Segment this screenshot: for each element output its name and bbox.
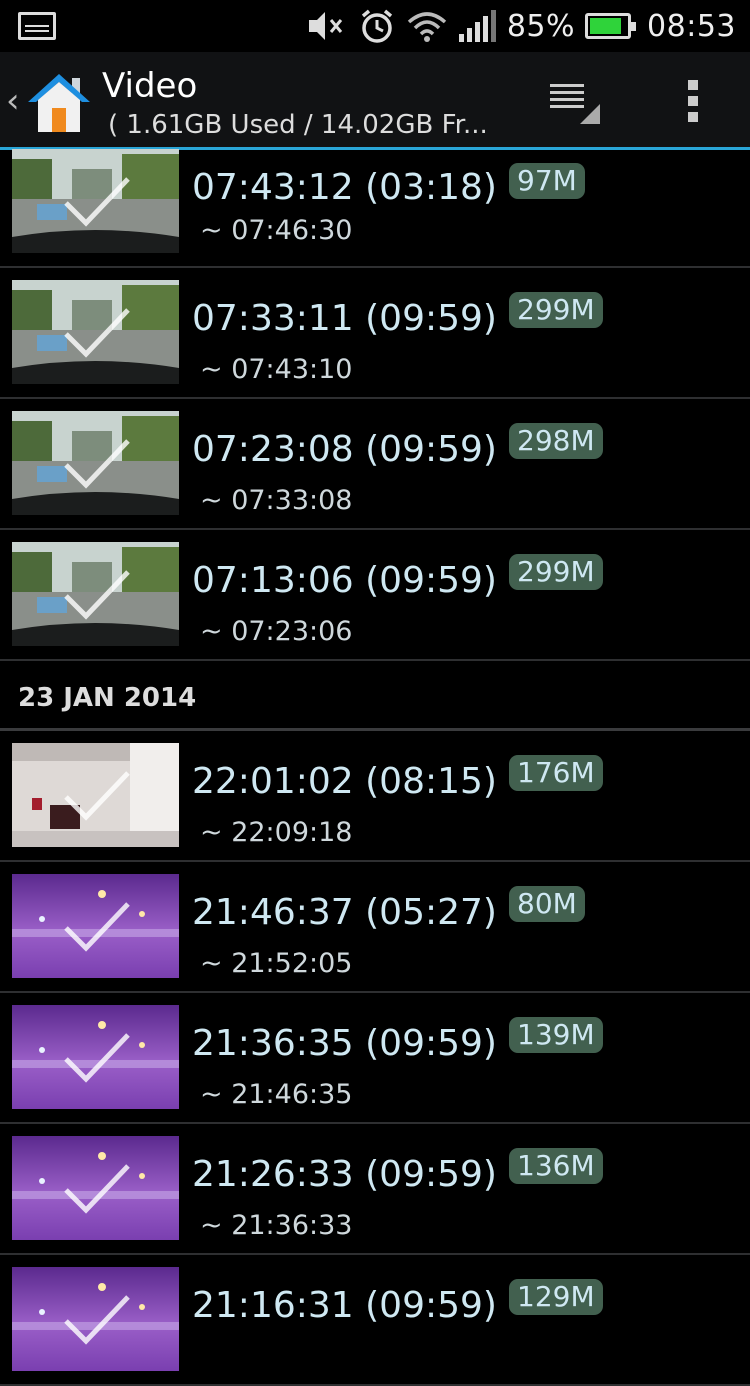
video-end-time: ~ 21:52:05 (200, 948, 353, 979)
video-end-time: ~ 07:46:30 (200, 215, 353, 246)
battery-level (590, 18, 622, 34)
video-end-time: ~ 21:36:33 (200, 1210, 353, 1241)
video-thumbnail[interactable] (12, 1005, 179, 1109)
video-start-time: 07:13:06 (09:59) (192, 560, 497, 601)
back-chevron-icon[interactable]: ‹ (6, 84, 20, 118)
alarm-icon (357, 8, 397, 44)
home-icon[interactable] (26, 72, 92, 134)
signal-icon (457, 8, 497, 44)
video-thumbnail[interactable] (12, 149, 179, 253)
date-section-header: 23 JAN 2014 (0, 661, 750, 731)
video-list-item[interactable]: 21:16:31 (09:59) 129M (0, 1255, 750, 1386)
checkmark-icon[interactable] (62, 767, 132, 823)
video-list-item[interactable]: 21:46:37 (05:27) 80M ~ 21:52:05 (0, 862, 750, 993)
storage-subtitle: ( 1.61GB Used / 14.02GB Fr... (108, 110, 488, 140)
clock: 08:53 (647, 8, 736, 44)
video-list-item[interactable]: 07:43:12 (03:18) 97M ~ 07:46:30 (0, 149, 750, 268)
checkmark-icon[interactable] (62, 898, 132, 954)
file-size-badge: 299M (509, 292, 603, 328)
video-end-time: ~ 22:09:18 (200, 817, 353, 848)
wifi-icon (407, 8, 447, 44)
video-thumbnail[interactable] (12, 1136, 179, 1240)
checkmark-icon[interactable] (62, 1029, 132, 1085)
video-list-item[interactable]: 07:23:08 (09:59) 298M ~ 07:33:08 (0, 399, 750, 530)
video-start-time: 07:33:11 (09:59) (192, 298, 497, 339)
overflow-menu-icon[interactable] (686, 80, 700, 126)
checkmark-icon[interactable] (62, 1160, 132, 1216)
checkmark-icon[interactable] (62, 173, 132, 229)
video-list-item[interactable]: 07:33:11 (09:59) 299M ~ 07:43:10 (0, 268, 750, 399)
video-end-time: ~ 07:33:08 (200, 485, 353, 516)
video-thumbnail[interactable] (12, 874, 179, 978)
video-start-time: 21:46:37 (05:27) (192, 892, 497, 933)
video-list-item[interactable]: 22:01:02 (08:15) 176M ~ 22:09:18 (0, 731, 750, 862)
video-end-time: ~ 21:46:35 (200, 1079, 353, 1110)
checkmark-icon[interactable] (62, 435, 132, 491)
video-list-item[interactable]: 21:36:35 (09:59) 139M ~ 21:46:35 (0, 993, 750, 1124)
battery-icon (585, 13, 637, 39)
video-list-item[interactable]: 21:26:33 (09:59) 136M ~ 21:36:33 (0, 1124, 750, 1255)
file-size-badge: 129M (509, 1279, 603, 1315)
file-size-badge: 139M (509, 1017, 603, 1053)
file-size-badge: 80M (509, 886, 585, 922)
section-header-label: 23 JAN 2014 (18, 683, 197, 713)
video-end-time: ~ 07:43:10 (200, 354, 353, 385)
file-size-badge: 298M (509, 423, 603, 459)
battery-percent: 85% (506, 8, 576, 44)
checkmark-icon[interactable] (62, 304, 132, 360)
video-group-1: 07:43:12 (03:18) 97M ~ 07:46:30 07:33:11 (0… (0, 149, 750, 661)
status-icons: 85% 08:53 (307, 0, 736, 52)
video-start-time: 22:01:02 (08:15) (192, 761, 497, 802)
list-menu-icon[interactable] (548, 80, 602, 126)
video-group-2: 22:01:02 (08:15) 176M ~ 22:09:18 21:46:37 (… (0, 731, 750, 1386)
video-start-time: 21:26:33 (09:59) (192, 1154, 497, 1195)
mute-icon (307, 8, 347, 44)
file-size-badge: 97M (509, 163, 585, 199)
action-bar: ‹ Video ( 1.61GB Used / 14.02GB Fr... (0, 52, 750, 150)
video-list: 07:43:12 (03:18) 97M ~ 07:46:30 07:33:11 (0… (0, 149, 750, 1386)
video-end-time: ~ 07:23:06 (200, 616, 353, 647)
checkmark-icon[interactable] (62, 1291, 132, 1347)
video-start-time: 07:23:08 (09:59) (192, 429, 497, 470)
video-start-time: 21:36:35 (09:59) (192, 1023, 497, 1064)
video-thumbnail[interactable] (12, 743, 179, 847)
file-size-badge: 299M (509, 554, 603, 590)
video-list-item[interactable]: 07:13:06 (09:59) 299M ~ 07:23:06 (0, 530, 750, 661)
checkmark-icon[interactable] (62, 566, 132, 622)
video-thumbnail[interactable] (12, 280, 179, 384)
page-title: Video (102, 66, 198, 106)
file-size-badge: 136M (509, 1148, 603, 1184)
video-thumbnail[interactable] (12, 411, 179, 515)
video-thumbnail[interactable] (12, 1267, 179, 1371)
status-bar: 85% 08:53 (0, 0, 750, 52)
video-thumbnail[interactable] (12, 542, 179, 646)
notification-icon (18, 12, 56, 40)
video-start-time: 21:16:31 (09:59) (192, 1285, 497, 1326)
video-start-time: 07:43:12 (03:18) (192, 167, 497, 208)
file-size-badge: 176M (509, 755, 603, 791)
